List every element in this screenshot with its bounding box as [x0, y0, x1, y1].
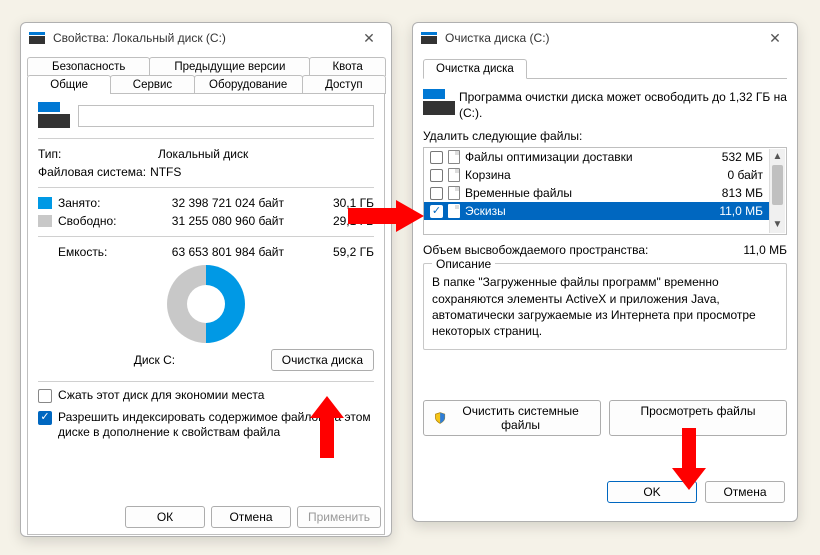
- drive-icon: [423, 89, 451, 113]
- tab-tools[interactable]: Сервис: [110, 75, 194, 94]
- disk-cleanup-dialog: Очистка диска (C:) ✕ Очистка диска Прогр…: [412, 22, 798, 522]
- file-icon: [448, 150, 460, 164]
- scroll-up-icon[interactable]: ▲: [770, 149, 785, 165]
- compress-checkbox[interactable]: [38, 389, 52, 403]
- index-label: Разрешить индексировать содержимое файло…: [58, 410, 374, 441]
- cancel-button[interactable]: Отмена: [705, 481, 785, 503]
- ok-button[interactable]: ОК: [125, 506, 205, 528]
- free-swatch: [38, 215, 52, 227]
- description-legend: Описание: [432, 256, 495, 272]
- used-row: Занято: 32 398 721 024 байт 30,1 ГБ: [38, 194, 374, 212]
- file-row[interactable]: Временные файлы 813 МБ: [424, 184, 769, 202]
- scroll-down-icon[interactable]: ▼: [770, 217, 785, 233]
- file-icon: [448, 186, 460, 200]
- info-text: Программа очистки диска может освободить…: [459, 89, 787, 121]
- apply-button[interactable]: Применить: [297, 506, 381, 528]
- description-group: Описание В папке "Загруженные файлы прог…: [423, 263, 787, 350]
- info-row: Программа очистки диска может освободить…: [423, 89, 787, 121]
- file-icon: [448, 204, 460, 218]
- disk-cleanup-button[interactable]: Очистка диска: [271, 349, 374, 371]
- clean-system-files-button[interactable]: Очистить системные файлы: [423, 400, 601, 436]
- window-title: Свойства: Локальный диск (C:): [49, 31, 355, 45]
- shield-icon: [434, 411, 446, 425]
- titlebar: Свойства: Локальный диск (C:) ✕: [21, 23, 391, 53]
- file-checkbox[interactable]: [430, 151, 443, 164]
- compress-checkbox-row[interactable]: Сжать этот диск для экономии места: [38, 388, 374, 404]
- close-icon[interactable]: ✕: [355, 30, 383, 47]
- tabs: Безопасность Предыдущие версии Квота Общ…: [27, 57, 385, 94]
- file-list[interactable]: Файлы оптимизации доставки 532 МБ Корзин…: [423, 147, 787, 235]
- compress-label: Сжать этот диск для экономии места: [58, 388, 264, 404]
- free-row: Свободно: 31 255 080 960 байт 29,1 ГБ: [38, 212, 374, 230]
- usage-donut-chart: [167, 265, 245, 343]
- scrollbar[interactable]: ▲ ▼: [769, 149, 785, 233]
- close-icon[interactable]: ✕: [761, 30, 789, 47]
- dialog-buttons: ОК Отмена Применить: [125, 506, 381, 528]
- file-row[interactable]: Корзина 0 байт: [424, 166, 769, 184]
- used-swatch: [38, 197, 52, 209]
- file-row-selected[interactable]: Эскизы 11,0 МБ: [424, 202, 769, 220]
- tab-quota[interactable]: Квота: [309, 57, 386, 76]
- tab-body-general: Тип: Локальный диск Файловая система: NT…: [27, 93, 385, 535]
- file-checkbox[interactable]: [430, 187, 443, 200]
- tabs: Очистка диска: [423, 59, 787, 79]
- file-icon: [448, 168, 460, 182]
- ok-button[interactable]: OK: [607, 481, 697, 503]
- properties-dialog: Свойства: Локальный диск (C:) ✕ Безопасн…: [20, 22, 392, 537]
- drive-icon: [38, 102, 70, 130]
- file-row[interactable]: Файлы оптимизации доставки 532 МБ: [424, 148, 769, 166]
- tab-sharing[interactable]: Доступ: [302, 75, 386, 94]
- tab-security[interactable]: Безопасность: [27, 57, 150, 76]
- index-checkbox[interactable]: [38, 411, 52, 425]
- disk-c-label: Диск C:: [38, 353, 271, 367]
- view-files-button[interactable]: Просмотреть файлы: [609, 400, 787, 436]
- type-value: Локальный диск: [158, 147, 374, 161]
- fs-label: Файловая система:: [38, 165, 146, 179]
- file-checkbox[interactable]: [430, 205, 443, 218]
- tab-general[interactable]: Общие: [27, 75, 111, 94]
- window-title: Очистка диска (C:): [441, 31, 761, 45]
- list-label: Удалить следующие файлы:: [423, 129, 787, 143]
- freeable-row: Объем высвобождаемого пространства: 11,0…: [423, 243, 787, 257]
- titlebar: Очистка диска (C:) ✕: [413, 23, 797, 53]
- description-text: В папке "Загруженные файлы программ" вре…: [432, 275, 756, 338]
- type-label: Тип:: [38, 147, 158, 161]
- drive-name-input[interactable]: [78, 105, 374, 127]
- fs-value: NTFS: [150, 165, 374, 179]
- tab-disk-cleanup[interactable]: Очистка диска: [423, 59, 527, 79]
- cancel-button[interactable]: Отмена: [211, 506, 291, 528]
- tab-previous-versions[interactable]: Предыдущие версии: [149, 57, 310, 76]
- file-checkbox[interactable]: [430, 169, 443, 182]
- scroll-thumb[interactable]: [772, 165, 783, 205]
- dialog-buttons: OK Отмена: [607, 481, 785, 503]
- drive-icon: [29, 32, 45, 44]
- tab-hardware[interactable]: Оборудование: [194, 75, 303, 94]
- index-checkbox-row[interactable]: Разрешить индексировать содержимое файло…: [38, 410, 374, 441]
- capacity-row: Емкость: 63 653 801 984 байт 59,2 ГБ: [38, 243, 374, 261]
- cleanup-icon: [421, 32, 437, 44]
